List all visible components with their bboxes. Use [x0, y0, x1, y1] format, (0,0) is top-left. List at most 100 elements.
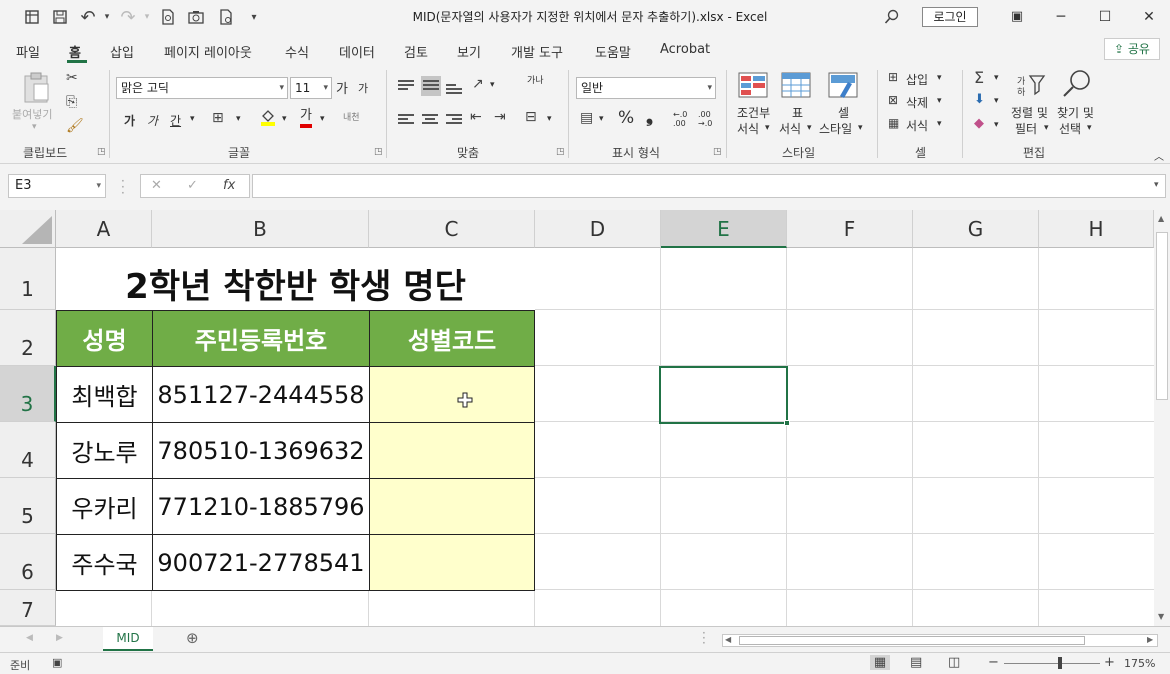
- redo-dropdown-icon[interactable]: ▾: [137, 7, 157, 27]
- align-center-icon[interactable]: [422, 112, 438, 126]
- underline-dropdown-icon[interactable]: ▾: [190, 114, 195, 124]
- shrink-font-button[interactable]: 가: [358, 80, 368, 96]
- tab-help[interactable]: 도움말: [595, 42, 631, 61]
- clear-icon[interactable]: ◆: [974, 116, 984, 131]
- copy-icon[interactable]: ⎘: [66, 94, 77, 110]
- conditional-dropdown-icon[interactable]: ▾: [765, 123, 770, 133]
- format-painter-icon[interactable]: 🖌: [66, 118, 84, 134]
- delete-cells-dropdown-icon[interactable]: ▾: [937, 96, 942, 106]
- page-break-view-icon[interactable]: ◫: [948, 655, 960, 670]
- find-select-label[interactable]: 찾기 및: [1057, 104, 1094, 121]
- undo-dropdown-icon[interactable]: ▾: [97, 7, 117, 27]
- wrap-text-button[interactable]: 가나: [527, 76, 547, 86]
- merge-center-icon[interactable]: ⊟: [525, 109, 537, 125]
- tab-data[interactable]: 데이터: [339, 42, 375, 61]
- header-cell-name[interactable]: 성명: [56, 310, 153, 367]
- form-icon[interactable]: [216, 7, 236, 27]
- accounting-dropdown-icon[interactable]: ▾: [599, 114, 604, 124]
- insert-cells-dropdown-icon[interactable]: ▾: [937, 73, 942, 83]
- tab-home[interactable]: 홈: [69, 42, 81, 61]
- format-cells-dropdown-icon[interactable]: ▾: [937, 119, 942, 129]
- row-header-7[interactable]: 7: [0, 590, 56, 626]
- tab-split-grip-icon[interactable]: · · ·: [702, 627, 706, 649]
- phonetic-button[interactable]: 내천: [343, 110, 360, 123]
- ribbon-display-options-icon[interactable]: ▣: [1004, 6, 1030, 28]
- add-sheet-icon[interactable]: ⊕: [186, 629, 199, 647]
- id-cell[interactable]: 771210-1885796: [152, 478, 370, 535]
- align-top-icon[interactable]: [398, 78, 414, 92]
- scroll-down-icon[interactable]: ▼: [1158, 612, 1164, 621]
- align-left-icon[interactable]: [398, 112, 414, 126]
- format-as-table-icon[interactable]: [781, 72, 811, 102]
- autosum-dropdown-icon[interactable]: ▾: [994, 73, 999, 83]
- row-header-2[interactable]: 2: [0, 310, 56, 366]
- merge-dropdown-icon[interactable]: ▾: [547, 114, 552, 124]
- sort-filter-dropdown-icon[interactable]: ▾: [1044, 123, 1049, 133]
- active-cell-e3[interactable]: [659, 366, 788, 424]
- find-select-icon[interactable]: [1060, 68, 1094, 104]
- sheet-scroll-right-icon[interactable]: ▶: [56, 633, 63, 643]
- font-launcher-icon[interactable]: ◳: [374, 147, 383, 157]
- tab-insert[interactable]: 삽입: [110, 42, 134, 61]
- cell-styles-dropdown-icon[interactable]: ▾: [858, 123, 863, 133]
- cell-styles-label-2[interactable]: 스타일: [819, 120, 852, 137]
- paste-dropdown-icon[interactable]: ▾: [32, 122, 37, 132]
- macro-record-icon[interactable]: ▣: [52, 656, 62, 669]
- search-icon[interactable]: [882, 7, 902, 27]
- column-header-b[interactable]: B: [152, 210, 369, 248]
- horizontal-scrollbar[interactable]: ◀ ▶: [722, 634, 1158, 647]
- column-header-f[interactable]: F: [787, 210, 913, 248]
- close-button[interactable]: ✕: [1136, 6, 1162, 28]
- collapse-ribbon-icon[interactable]: ︿: [1154, 148, 1164, 163]
- id-cell[interactable]: 851127-2444558: [152, 366, 370, 423]
- autosum-icon[interactable]: Σ: [974, 68, 984, 87]
- insert-cells-label[interactable]: 삽입: [906, 71, 928, 88]
- zoom-level[interactable]: 175%: [1124, 657, 1155, 670]
- redo-icon[interactable]: ↷: [118, 7, 138, 28]
- enter-icon[interactable]: ✓: [187, 178, 198, 193]
- header-cell-id[interactable]: 주민등록번호: [152, 310, 370, 367]
- font-size-combo[interactable]: 11 ▾: [290, 77, 332, 99]
- tab-file[interactable]: 파일: [16, 42, 40, 61]
- zoom-slider-thumb[interactable]: [1058, 657, 1062, 669]
- font-name-combo[interactable]: 맑은 고딕 ▾: [116, 77, 288, 99]
- vertical-scroll-thumb[interactable]: [1156, 232, 1168, 400]
- percent-button[interactable]: %: [618, 108, 634, 128]
- gender-code-cell[interactable]: [369, 366, 535, 423]
- row-header-4[interactable]: 4: [0, 422, 56, 478]
- format-cells-icon[interactable]: ▦: [888, 116, 899, 130]
- row-header-1[interactable]: 1: [0, 248, 56, 310]
- name-cell[interactable]: 강노루: [56, 422, 153, 479]
- fill-color-dropdown-icon[interactable]: ▾: [282, 114, 287, 124]
- orientation-dropdown-icon[interactable]: ▾: [490, 80, 495, 90]
- format-as-table-label-2[interactable]: 서식: [779, 120, 801, 137]
- column-header-e[interactable]: E: [661, 210, 787, 248]
- formula-input[interactable]: [252, 174, 1166, 198]
- row-header-5[interactable]: 5: [0, 478, 56, 534]
- number-format-combo[interactable]: 일반 ▾: [576, 77, 716, 99]
- fill-dropdown-icon[interactable]: ▾: [994, 96, 999, 106]
- number-launcher-icon[interactable]: ◳: [713, 147, 722, 157]
- insert-function-icon[interactable]: fx: [223, 178, 235, 193]
- border-dropdown-icon[interactable]: ▾: [236, 114, 241, 124]
- scroll-up-icon[interactable]: ▲: [1158, 214, 1164, 223]
- cut-icon[interactable]: ✂: [66, 70, 78, 86]
- row-header-6[interactable]: 6: [0, 534, 56, 590]
- column-header-g[interactable]: G: [913, 210, 1039, 248]
- normal-view-icon[interactable]: ▦: [870, 655, 890, 670]
- gender-code-cell[interactable]: [369, 478, 535, 535]
- align-middle-icon[interactable]: [421, 76, 441, 96]
- tab-developer[interactable]: 개발 도구: [511, 42, 563, 61]
- cell-styles-icon[interactable]: [828, 72, 858, 102]
- clear-dropdown-icon[interactable]: ▾: [994, 120, 999, 130]
- page-layout-view-icon[interactable]: ▤: [910, 655, 922, 670]
- select-all-button[interactable]: [0, 210, 56, 248]
- tab-page-layout[interactable]: 페이지 레이아웃: [164, 42, 252, 61]
- name-cell[interactable]: 주수국: [56, 534, 153, 591]
- name-box[interactable]: E3 ▾: [8, 174, 106, 198]
- sheet-scroll-left-icon[interactable]: ◀: [26, 633, 33, 643]
- conditional-formatting-label-2[interactable]: 서식: [737, 120, 759, 137]
- formula-bar-grip-icon[interactable]: · · ·: [121, 175, 125, 199]
- save-icon[interactable]: [50, 7, 70, 27]
- conditional-formatting-label[interactable]: 조건부: [737, 104, 770, 121]
